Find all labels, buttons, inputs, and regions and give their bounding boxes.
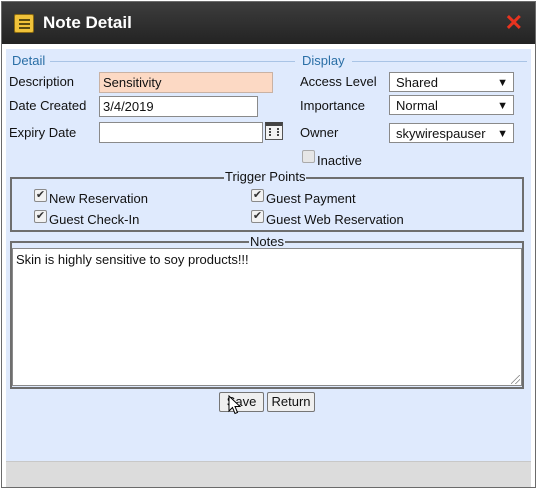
guest-payment-checkbox[interactable]: ✔ [251,189,264,202]
detail-divider [50,61,295,62]
note-icon [14,14,34,33]
date-created-field[interactable]: 3/4/2019 [99,96,258,117]
description-field[interactable]: Sensitivity [99,72,273,93]
detail-section-label: Detail [12,53,46,68]
resize-handle-icon[interactable] [511,375,520,384]
owner-select[interactable]: skywirespauser ▼ [389,123,514,143]
guest-check-in-checkbox[interactable]: ✔ [34,210,47,223]
guest-web-reservation-label: Guest Web Reservation [266,212,404,227]
mouse-pointer-icon [228,395,242,415]
expiry-date-label: Expiry Date [9,125,77,140]
access-level-label: Access Level [300,74,377,89]
note-detail-dialog: Note Detail ✕ Detail Description Sensiti… [1,1,536,488]
chevron-down-icon: ▼ [497,128,508,140]
importance-label: Importance [300,98,366,113]
date-created-label: Date Created [9,98,87,113]
new-reservation-checkbox[interactable]: ✔ [34,189,47,202]
notes-textarea[interactable]: Skin is highly sensitive to soy products… [12,248,522,386]
notes-text: Skin is highly sensitive to soy products… [16,252,249,267]
display-divider [352,61,527,62]
owner-value: skywirespauser [396,126,486,141]
title-bar[interactable]: Note Detail ✕ [2,2,535,44]
guest-web-reservation-checkbox[interactable]: ✔ [251,210,264,223]
guest-payment-label: Guest Payment [266,191,356,206]
dialog-content: Detail Description Sensitivity Date Crea… [6,49,531,461]
guest-check-in-label: Guest Check-In [49,212,140,227]
chevron-down-icon: ▼ [497,100,508,112]
return-button[interactable]: Return [267,392,315,412]
description-label: Description [9,74,75,89]
dialog-footer [6,461,531,487]
importance-select[interactable]: Normal ▼ [389,95,514,115]
access-level-select[interactable]: Shared ▼ [389,72,514,92]
dialog-title: Note Detail [43,13,132,32]
access-level-value: Shared [396,75,438,90]
expiry-date-field[interactable] [99,122,263,143]
notes-legend: Notes [249,234,285,249]
inactive-label: Inactive [317,153,362,168]
owner-label: Owner [300,125,339,140]
display-section-label: Display [302,53,345,68]
new-reservation-label: New Reservation [49,191,148,206]
importance-value: Normal [396,98,438,113]
calendar-icon[interactable] [265,122,283,140]
close-x-icon[interactable]: ✕ [505,12,523,34]
inactive-checkbox[interactable] [302,150,315,163]
trigger-points-legend: Trigger Points [224,169,307,184]
chevron-down-icon: ▼ [497,77,508,89]
